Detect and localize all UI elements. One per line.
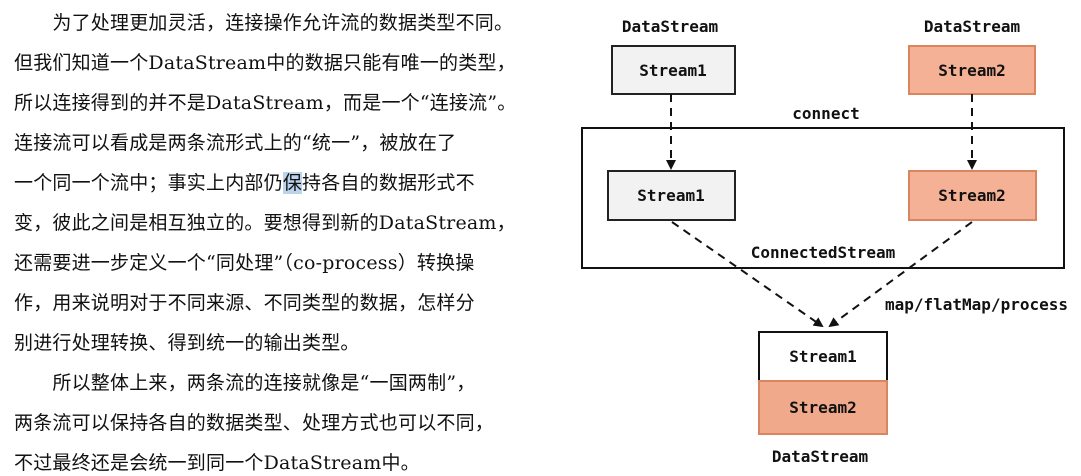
- left-source-stream-label: Stream1: [639, 61, 706, 80]
- right-source-title: DataStream: [924, 17, 1021, 36]
- connected-stream1-label: Stream1: [637, 186, 704, 205]
- left-transform-arrow: [671, 221, 824, 328]
- transform-label: map/flatMap/process: [885, 295, 1068, 314]
- output-stream2-label: Stream2: [789, 398, 856, 417]
- output-stream1-label: Stream1: [789, 347, 856, 366]
- output-datastream-title: DataStream: [772, 447, 869, 466]
- connect-label: connect: [792, 104, 859, 123]
- left-source-title: DataStream: [622, 17, 719, 36]
- right-source-stream-label: Stream2: [938, 61, 1005, 80]
- connected-stream2-label: Stream2: [938, 186, 1005, 205]
- connected-stream-label: ConnectedStream: [751, 243, 896, 262]
- connect-streams-diagram: DataStream DataStream Stream1 Stream2 co…: [581, 17, 1068, 466]
